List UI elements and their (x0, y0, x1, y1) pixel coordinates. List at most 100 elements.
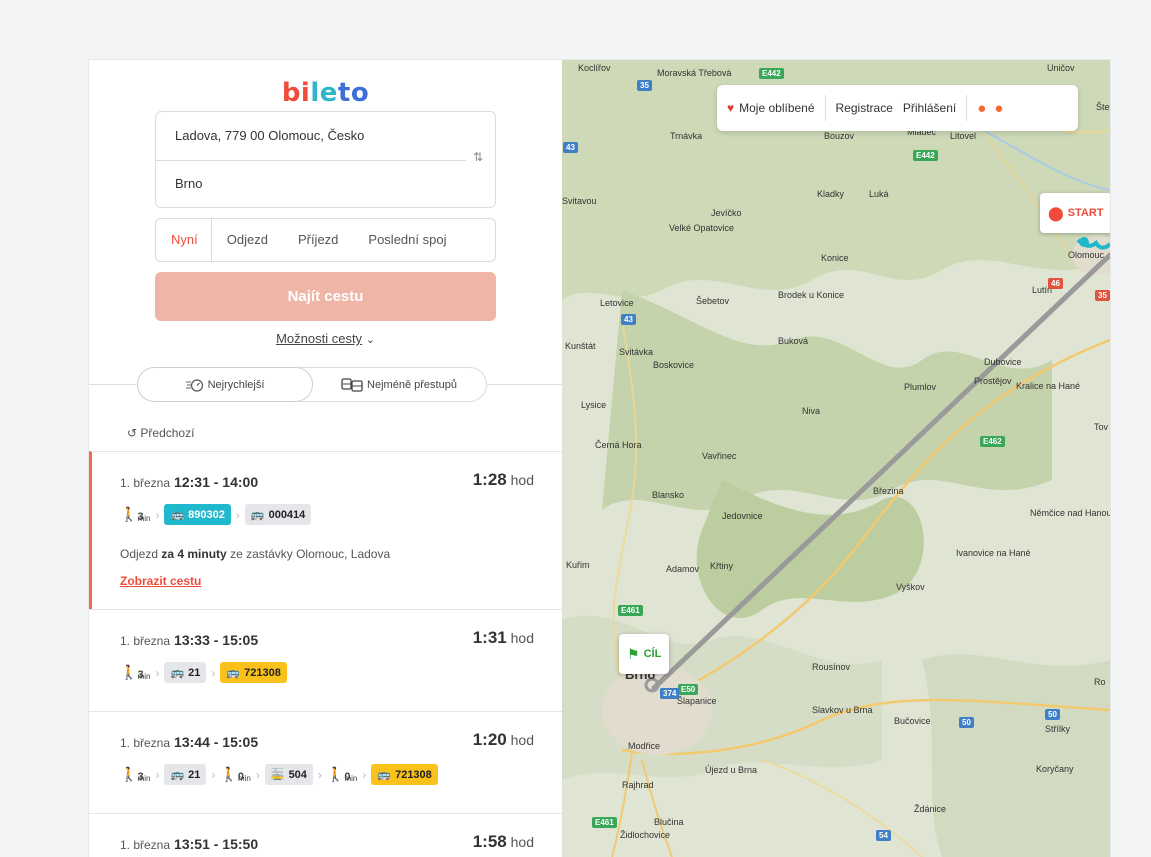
bus-icon: 🚌 (170, 667, 185, 679)
to-field[interactable]: Brno (156, 160, 495, 208)
route-box: Ladova, 779 00 Olomouc, Česko Brno ⇅ (155, 111, 496, 208)
map-label: Židlochovice (620, 830, 671, 840)
find-route-button[interactable]: Najít cestu (155, 272, 496, 321)
map-label: Ivanovice na Hané (956, 548, 1031, 558)
map-label: Velké Opatovice (669, 223, 735, 233)
map-label: Jedovnice (722, 511, 763, 521)
map-label: Moravská Třebová (657, 68, 732, 78)
road-badge: 54 (876, 830, 891, 841)
road-badge: 35 (637, 80, 652, 91)
bus-line-chip[interactable]: 🚌 721308 (220, 662, 287, 683)
map-label: Dubovice (984, 357, 1022, 367)
road-badge: E461 (592, 817, 617, 828)
bus-line-chip[interactable]: 🚌 000414 (244, 504, 312, 525)
map-label: Letovice (600, 298, 634, 308)
bus-line-chip[interactable]: 🚌 21 (164, 662, 207, 683)
chevron-right-icon: › (155, 665, 160, 680)
walk-icon: 🚶 3 min (120, 664, 151, 681)
map-label: Kunštát (565, 341, 596, 351)
road-badge: E462 (980, 436, 1005, 447)
show-route-link[interactable]: Zobrazit cestu (120, 574, 201, 588)
chevron-right-icon: › (211, 665, 216, 680)
trip-card[interactable]: 1. března 12:31 - 14:00 1:28 hod 🚶 3 min › … (89, 451, 562, 609)
map-label: Lysice (581, 400, 607, 410)
stopwatch-icon (185, 378, 203, 392)
trip-date-time: 1. března 13:44 - 15:05 (120, 734, 259, 750)
chevron-right-icon: › (155, 507, 160, 522)
bus-line-chip[interactable]: 🚌 21 (164, 764, 207, 785)
map-label: Tov (1094, 422, 1109, 432)
logo[interactable]: bileto (89, 78, 562, 108)
start-marker[interactable]: ⬤ START (1040, 193, 1110, 233)
sort-fewest-transfers-button[interactable]: Nejméně přestupů (312, 368, 486, 401)
bus-icon: 🚌 (250, 509, 265, 521)
trip-duration: 1:31 hod (472, 628, 534, 647)
walk-icon: 🚶 3 min (120, 766, 151, 783)
trip-date-time: 1. března 13:33 - 15:05 (120, 632, 259, 648)
map-label: Olomouc (1068, 250, 1105, 260)
trip-legs: 🚶 3 min › 🚌 21 › 🚌 721308 (120, 662, 287, 683)
map-label: Kralice na Hané (1016, 381, 1081, 391)
from-field[interactable]: Ladova, 779 00 Olomouc, Česko (156, 112, 495, 160)
map-user-menu: ♥ Moje oblíbené Registrace Přihlášení ● … (717, 85, 1078, 131)
map-label: Šte (1096, 102, 1110, 112)
map-label: Niva (802, 406, 821, 416)
departure-info: Odjezd za 4 minuty ze zastávky Olomouc, … (120, 547, 391, 561)
trip-date-time: 1. března 13:51 - 15:50 (120, 836, 259, 852)
map-label: Trnávka (670, 131, 703, 141)
map-label: Šebetov (696, 296, 730, 306)
map-label: Buková (778, 336, 809, 346)
map-label: Rousínov (812, 662, 851, 672)
tab-now[interactable]: Nyní (156, 218, 212, 262)
tab-departure[interactable]: Odjezd (212, 218, 283, 262)
swap-vertical-icon[interactable]: ⇅ (473, 150, 483, 164)
walk-icon: 🚶 0 min (220, 766, 251, 783)
apple-icon[interactable]: ● (977, 100, 986, 117)
walk-icon: 🚶 0 min (326, 766, 358, 783)
chevron-down-icon: ⌄ (365, 334, 375, 346)
login-link[interactable]: Přihlášení (903, 101, 956, 115)
register-link[interactable]: Registrace (836, 101, 893, 115)
map-label: Luká (869, 189, 889, 199)
road-badge: 374 (660, 688, 680, 699)
map-label: Bouzov (824, 131, 855, 141)
map-label: Plumlov (904, 382, 937, 392)
map-label: Koryčany (1036, 764, 1074, 774)
road-badge: 43 (563, 142, 578, 153)
tram-line-chip[interactable]: 🚋 504 (264, 764, 313, 785)
road-badge: 46 (1048, 278, 1063, 289)
route-divider (156, 160, 466, 161)
sort-fastest-button[interactable]: Nejrychlejší (137, 367, 313, 402)
road-badge: 50 (1045, 709, 1060, 720)
bus-line-chip[interactable]: 🚌 721308 (371, 764, 438, 785)
end-marker[interactable]: ⚑ CÍL (619, 634, 670, 674)
road-badge: E461 (618, 605, 643, 616)
trip-card[interactable]: 1. března 13:51 - 15:50 1:58 hod (89, 813, 562, 857)
trip-legs: 🚶 3 min › 🚌 21 › 🚶 0 min › 🚋 504 › 🚶 0 min › 🚌 72… (120, 764, 438, 785)
android-icon[interactable]: ● (994, 100, 1003, 117)
map-label: Prostějov (974, 376, 1012, 386)
route-options-link[interactable]: Možnosti cesty ⌄ (89, 331, 562, 346)
map-label: Koclířov (578, 63, 611, 73)
app-frame: bileto Ladova, 779 00 Olomouc, Česko Brn… (89, 60, 1110, 857)
previous-link[interactable]: ↺ Předchozí (127, 426, 194, 440)
map-label: Vyškov (896, 582, 925, 592)
road-badge: 35 (1095, 290, 1110, 301)
map-label: Slavkov u Brna (812, 705, 873, 715)
chevron-right-icon: › (235, 507, 240, 522)
trip-card[interactable]: 1. března 13:33 - 15:05 1:31 hod 🚶 3 min › … (89, 609, 562, 711)
chevron-right-icon: › (317, 767, 322, 782)
chevron-right-icon: › (211, 767, 216, 782)
map-label: Modřice (628, 741, 661, 751)
map-label: Vavřinec (702, 451, 737, 461)
map-label: Brodek u Konice (778, 290, 845, 300)
walk-icon: 🚶 3 min (120, 506, 151, 523)
flag-icon: ⚑ (627, 645, 640, 662)
map[interactable]: Koclířov Moravská Třebová Uničov Mladec … (562, 60, 1110, 857)
trip-card[interactable]: 1. března 13:44 - 15:05 1:20 hod 🚶 3 min › … (89, 711, 562, 813)
map-label: Ždánice (914, 804, 947, 814)
favorites-link[interactable]: Moje oblíbené (739, 101, 814, 115)
tab-arrival[interactable]: Příjezd (283, 218, 353, 262)
tab-last-connection[interactable]: Poslední spoj (353, 218, 461, 262)
bus-line-chip[interactable]: 🚌 890302 (164, 504, 231, 525)
